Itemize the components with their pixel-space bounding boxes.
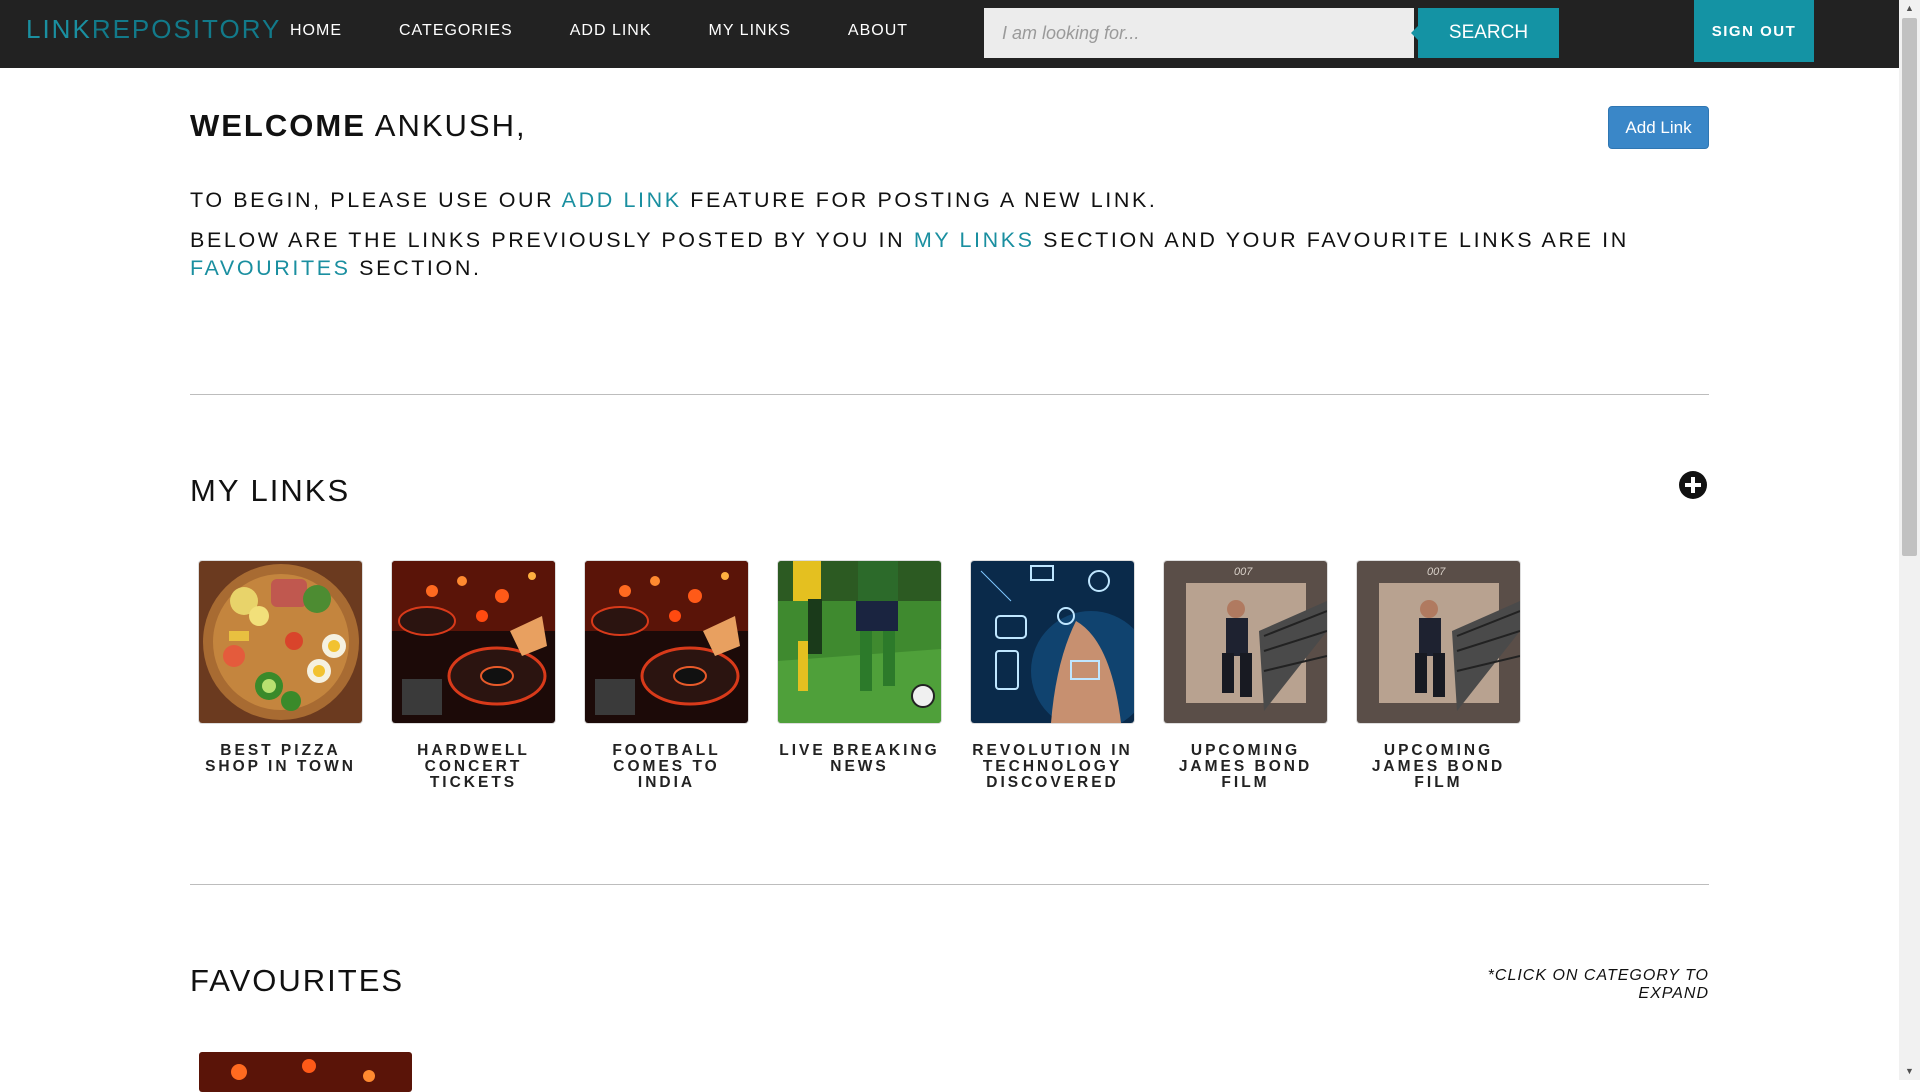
link-card[interactable]: FOOTBALL COMES TO INDIA	[585, 561, 748, 791]
link-thumbnail-james-bond[interactable]: 007	[1164, 561, 1327, 723]
brand-part-repository: REPOSITORY	[91, 14, 282, 44]
favourites-expand-hint: *CLICK ON CATEGORY TO EXPAND	[1487, 967, 1709, 1002]
add-circle-icon[interactable]	[1679, 471, 1707, 499]
bond-logo-text: 007	[1427, 566, 1446, 578]
intro-add-link[interactable]: ADD LINK	[562, 188, 682, 212]
favourites-title: FAVOURITES	[190, 963, 405, 998]
link-thumbnail-dj-mixer[interactable]	[392, 561, 555, 723]
brand-part-link: LINK	[26, 14, 92, 44]
link-card-title[interactable]: UPCOMING JAMES BOND FILM	[1357, 743, 1520, 791]
divider	[190, 394, 1709, 395]
nav-categories[interactable]: CATEGORIES	[399, 22, 513, 40]
link-card[interactable]: REVOLUTION IN TECHNOLOGY DISCOVERED	[971, 561, 1134, 791]
nav-add-link[interactable]: ADD LINK	[570, 22, 652, 40]
link-thumbnail-football-players[interactable]	[778, 561, 941, 723]
intro-favourites-link[interactable]: FAVOURITES	[190, 256, 351, 280]
intro-line-2-start: BELOW ARE THE LINKS PREVIOUSLY POSTED BY…	[190, 228, 914, 252]
link-card[interactable]: BEST PIZZA SHOP IN TOWN	[199, 561, 362, 791]
intro-line-2: BELOW ARE THE LINKS PREVIOUSLY POSTED BY…	[190, 226, 1709, 282]
scroll-up-arrow-icon[interactable]: ▲	[1899, 0, 1920, 17]
nav-home[interactable]: HOME	[290, 22, 342, 40]
intro-line-2-middle: SECTION AND YOUR FAVOURITE LINKS ARE IN	[1034, 228, 1629, 252]
top-navbar: LINKREPOSITORY HOME CATEGORIES ADD LINK …	[0, 0, 1899, 68]
intro-line-1: TO BEGIN, PLEASE USE OUR ADD LINK FEATUR…	[190, 186, 1709, 214]
link-card[interactable]: 007 UPCOMING JAMES BOND FILM	[1357, 561, 1520, 791]
link-card-title[interactable]: UPCOMING JAMES BOND FILM	[1164, 743, 1327, 791]
intro-line-2-end: SECTION.	[350, 256, 482, 280]
link-card[interactable]: LIVE BREAKING NEWS	[778, 561, 941, 791]
link-thumbnail-james-bond[interactable]: 007	[1357, 561, 1520, 723]
brand-logo[interactable]: LINKREPOSITORY	[26, 14, 281, 45]
scrollbar-thumb[interactable]	[1902, 18, 1917, 556]
intro-line-1-start: TO BEGIN, PLEASE USE OUR	[190, 188, 562, 212]
link-thumbnail-pizza[interactable]	[199, 561, 362, 723]
link-card-title[interactable]: FOOTBALL COMES TO INDIA	[585, 743, 748, 791]
welcome-user-name: ANKUSH,	[374, 108, 527, 143]
link-card-title[interactable]: REVOLUTION IN TECHNOLOGY DISCOVERED	[971, 743, 1134, 791]
sign-out-button[interactable]: SIGN OUT	[1694, 0, 1814, 62]
nav-about[interactable]: ABOUT	[848, 22, 908, 40]
bond-logo-text: 007	[1234, 566, 1253, 578]
divider	[190, 884, 1709, 885]
favourite-category-thumbnail[interactable]	[199, 1052, 412, 1092]
search-button[interactable]: SEARCH	[1411, 8, 1559, 58]
welcome-greeting: WELCOME	[190, 108, 366, 143]
nav-my-links[interactable]: MY LINKS	[709, 22, 791, 40]
welcome-heading: WELCOME ANKUSH,	[190, 108, 527, 144]
link-thumbnail-tech-hand[interactable]	[971, 561, 1134, 723]
search-input[interactable]	[984, 8, 1414, 58]
add-link-button[interactable]: Add Link	[1608, 106, 1709, 149]
intro-my-links-link[interactable]: MY LINKS	[914, 228, 1035, 252]
link-card-title[interactable]: BEST PIZZA SHOP IN TOWN	[199, 743, 362, 775]
nav-menu: HOME CATEGORIES ADD LINK MY LINKS ABOUT	[290, 22, 965, 40]
link-card[interactable]: 007 UPCOMING JAMES BOND FILM	[1164, 561, 1327, 791]
intro-text: TO BEGIN, PLEASE USE OUR ADD LINK FEATUR…	[190, 186, 1709, 294]
page-scrollbar[interactable]: ▲ ▼	[1899, 0, 1920, 1080]
link-card-title[interactable]: LIVE BREAKING NEWS	[778, 743, 941, 775]
link-card-title[interactable]: HARDWELL CONCERT TICKETS	[392, 743, 555, 791]
my-links-title: MY LINKS	[190, 473, 351, 508]
intro-line-1-end: FEATURE FOR POSTING A NEW LINK.	[681, 188, 1158, 212]
scroll-down-arrow-icon[interactable]: ▼	[1899, 1063, 1920, 1080]
my-links-list: BEST PIZZA SHOP IN TOWN HARDWELL CONCERT…	[199, 561, 1550, 791]
link-thumbnail-dj-mixer[interactable]	[585, 561, 748, 723]
link-card[interactable]: HARDWELL CONCERT TICKETS	[392, 561, 555, 791]
